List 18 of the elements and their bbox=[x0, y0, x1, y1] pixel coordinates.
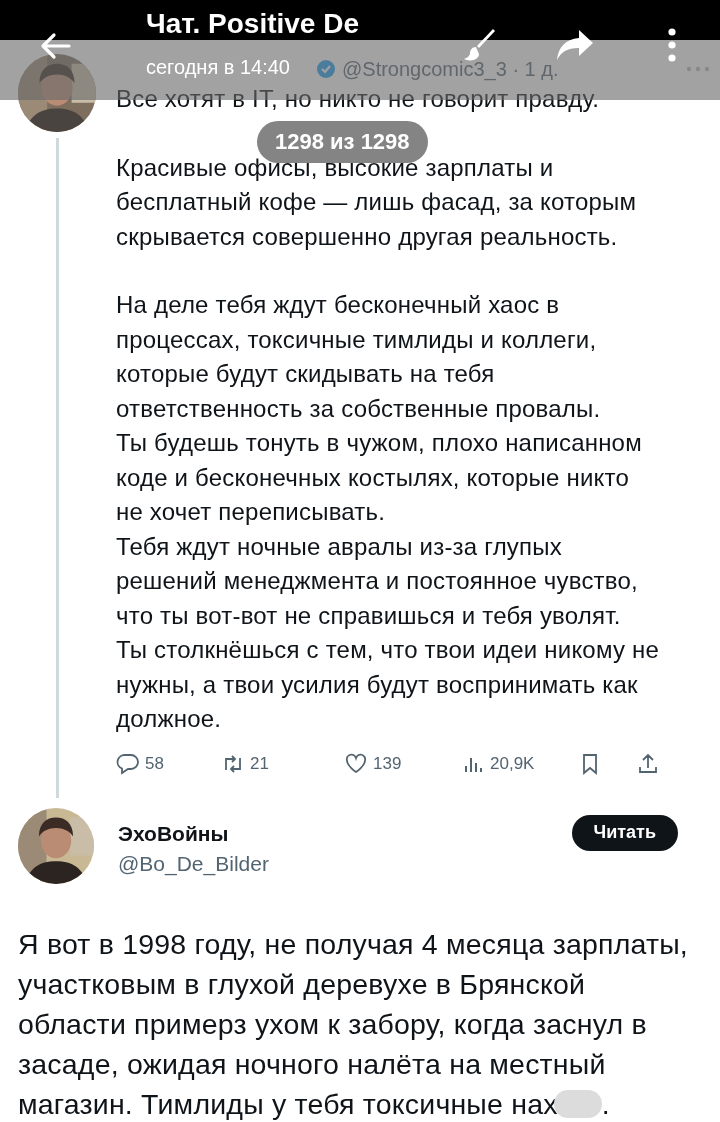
tweet-text: На деле тебя ждут бесконечный хаос в процессах, токсичные тимлиды и коллеги, которые будут скидывать на тебя ответственность за собственные провалы. Ты будешь тонуть в чужом, плохо написанном коде и бесконечных костылях, которые никто не хочет переписывать. Тебя ждут ночные авралы из-за глупых решений менеджмента и постоянное чувство, что ты вот-вот не справишься и тебя уволят. Ты столкнёшься с тем, что твои идеи никому не нужны, а твои усилия будут воспринимать как должное. bbox=[116, 290, 660, 734]
chat-title: Чат. Positive De bbox=[146, 8, 359, 40]
action-count: 20,9K bbox=[490, 753, 535, 774]
forward-icon[interactable] bbox=[555, 28, 595, 62]
handle-text: @Bo_De_Bilder bbox=[118, 851, 270, 878]
action-count: 139 bbox=[373, 753, 402, 774]
date-subtitle: сегодня в 14:40 bbox=[146, 56, 290, 79]
follow-button[interactable]: Читать bbox=[571, 815, 678, 851]
reply-text: магазин. Тимлиды у тебя токсичные нах bbox=[18, 1087, 558, 1122]
comment-icon[interactable] bbox=[116, 751, 140, 776]
action-count: 58 bbox=[145, 753, 164, 774]
handle-text: @Strongcomic3_3 · 1 д. bbox=[342, 57, 559, 81]
more-icon[interactable] bbox=[667, 28, 677, 62]
author-name: ЭхоВойны bbox=[118, 821, 230, 847]
share-icon[interactable] bbox=[636, 751, 660, 776]
reply-text: . bbox=[601, 1087, 610, 1122]
heart-icon[interactable] bbox=[344, 751, 368, 776]
action-count: 21 bbox=[250, 753, 269, 774]
